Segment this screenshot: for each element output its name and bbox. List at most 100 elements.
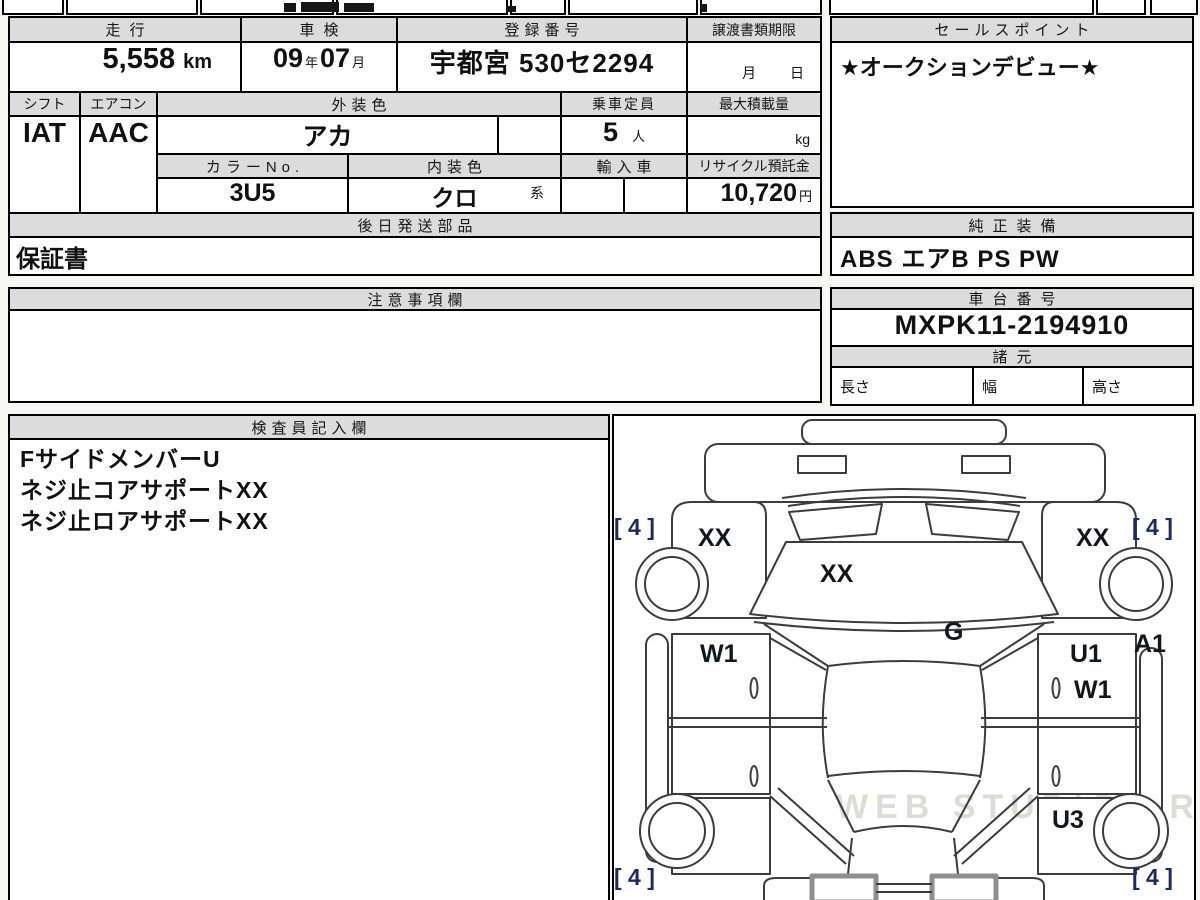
genuine-equipment-header: 純正装備: [830, 212, 1194, 238]
diagram-label: G: [944, 618, 964, 646]
exterior-color-value-cell: アカ: [156, 115, 499, 155]
mileage-unit: km: [183, 51, 212, 73]
later-parts-value-cell: 保証書: [8, 236, 822, 276]
later-parts-header: 後日発送部品: [8, 212, 822, 238]
spec-length-cell: 長さ: [830, 366, 974, 406]
clipped-cell: [568, 0, 698, 15]
inspector-line: FサイドメンバーU: [20, 446, 221, 472]
exterior-color-empty-cell: [497, 115, 562, 155]
inspector-header: 検査員記入欄: [8, 414, 610, 440]
transfer-month-label: 月: [742, 65, 756, 81]
max-load-unit: kg: [795, 131, 810, 147]
registration-header: 登録番号: [396, 16, 688, 43]
aircon-header: エアコン: [79, 91, 158, 117]
recycle-deposit-value-cell: 10,720 円: [686, 177, 822, 214]
color-no-value-cell: 3U5: [156, 177, 349, 214]
interior-color-suffix: 系: [530, 185, 544, 201]
later-parts-value: 保証書: [16, 245, 88, 273]
auction-sheet: 走行 車検 登録番号 譲渡書類期限 5,558 km 09 年 07 月 宇都宮…: [0, 0, 1200, 900]
clipped-cell: [510, 0, 566, 15]
transfer-deadline-cell: 月 日: [686, 41, 822, 93]
import-header: 輸入車: [560, 153, 688, 179]
sales-point-header: セールスポイント: [830, 16, 1194, 43]
max-load-header: 最大積載量: [686, 91, 822, 117]
diagram-label: [ 4 ]: [614, 864, 655, 890]
mileage-value: 5,558: [102, 43, 176, 75]
sales-point-value: ★オークションデビュー★: [840, 55, 1100, 80]
diagram-label: [ 4 ]: [1132, 864, 1173, 890]
clipped-cell: [1150, 0, 1198, 15]
spec-height-cell: 高さ: [1082, 366, 1194, 406]
aircon-value-cell: AAC: [79, 115, 158, 214]
capacity-value: 5: [602, 117, 618, 147]
chassis-value: MXPK11-2194910: [894, 310, 1130, 340]
aircon-value: AAC: [88, 117, 149, 148]
genuine-equipment-value: ABS エアB PS PW: [840, 245, 1060, 273]
exterior-color-value: アカ: [302, 123, 353, 151]
chassis-header: 車台番号: [830, 287, 1194, 310]
inspection-value-cell: 09 年 07 月: [240, 41, 398, 93]
diagram-label: A1: [1134, 630, 1166, 658]
clipped-text-fragment: [301, 2, 339, 12]
import-empty-cell-1: [560, 177, 625, 214]
inspector-notes-cell: FサイドメンバーU ネジ止コアサポートXX ネジ止ロアサポートXX: [8, 438, 610, 900]
transfer-day-label: 日: [790, 65, 804, 81]
interior-color-value-cell: クロ 系: [347, 177, 562, 214]
inspector-line: ネジ止コアサポートXX: [20, 477, 269, 503]
registration-value-cell: 宇都宮 530セ2294: [396, 41, 688, 93]
transfer-deadline-header: 譲渡書類期限: [686, 16, 822, 43]
spec-width-cell: 幅: [972, 366, 1084, 406]
capacity-unit: 人: [632, 129, 646, 144]
diagram-label: [ 4 ]: [614, 514, 655, 540]
inspection-month-unit: 月: [352, 55, 366, 70]
clipped-text-fragment: [701, 4, 707, 12]
diagram-label: W1: [700, 640, 738, 668]
interior-color-value: クロ: [431, 185, 478, 211]
shift-header: シフト: [8, 91, 81, 117]
exterior-color-header: 外装色: [156, 91, 562, 117]
clipped-text-fragment: [344, 3, 374, 12]
notes-value-cell: [8, 309, 822, 403]
diagram-labels-layer: [ 4 ] XX XX XX [ 4 ] G W1 U1 A1 W1 U3 [ 4 ] [ 4 ]: [614, 416, 1194, 900]
genuine-equipment-value-cell: ABS エアB PS PW: [830, 236, 1194, 276]
recycle-deposit-header: リサイクル預託金: [686, 153, 822, 179]
chassis-value-cell: MXPK11-2194910: [830, 308, 1194, 348]
specs-header: 諸元: [830, 345, 1194, 368]
inspection-header: 車検: [240, 16, 398, 43]
inspector-line: ネジ止ロアサポートXX: [20, 508, 269, 534]
color-no-value: 3U5: [229, 179, 276, 207]
shift-value: IAT: [22, 117, 67, 148]
clipped-text-fragment: [284, 3, 296, 12]
max-load-value-cell: kg: [686, 115, 822, 155]
registration-value: 宇都宮 530セ2294: [429, 48, 655, 78]
clipped-cell: [829, 0, 1094, 15]
notes-header: 注意事項欄: [8, 287, 822, 311]
clipped-cell: [1096, 0, 1146, 15]
diagram-label: XX: [820, 560, 854, 588]
clipped-text-fragment: [506, 6, 516, 12]
mileage-value-cell: 5,558 km: [8, 41, 242, 93]
diagram-label: U1: [1070, 640, 1102, 668]
capacity-header: 乗車定員: [560, 91, 688, 117]
recycle-deposit-unit: 円: [798, 189, 812, 204]
diagram-label: U3: [1052, 806, 1084, 834]
clipped-cell: [2, 0, 64, 15]
car-damage-diagram: WEB STUDIO PRO [4] XX XX XX [4] G W1…: [612, 414, 1196, 900]
clipped-cell: [700, 0, 822, 15]
sales-point-value-cell: ★オークションデビュー★: [830, 41, 1194, 208]
inspection-year: 09: [272, 43, 303, 73]
interior-color-header: 内装色: [347, 153, 562, 179]
diagram-label: XX: [698, 524, 732, 552]
diagram-label: XX: [1076, 524, 1110, 552]
inspection-year-unit: 年: [304, 55, 318, 70]
clipped-cell: [66, 0, 198, 15]
color-no-header: カラーNo.: [156, 153, 349, 179]
diagram-label: W1: [1074, 676, 1112, 704]
mileage-header: 走行: [8, 16, 242, 43]
shift-value-cell: IAT: [8, 115, 81, 214]
recycle-deposit-value: 10,720: [720, 179, 797, 207]
inspection-month: 07: [320, 43, 351, 73]
import-empty-cell-2: [623, 177, 688, 214]
diagram-label: [ 4 ]: [1132, 514, 1173, 540]
capacity-value-cell: 5 人: [560, 115, 688, 155]
